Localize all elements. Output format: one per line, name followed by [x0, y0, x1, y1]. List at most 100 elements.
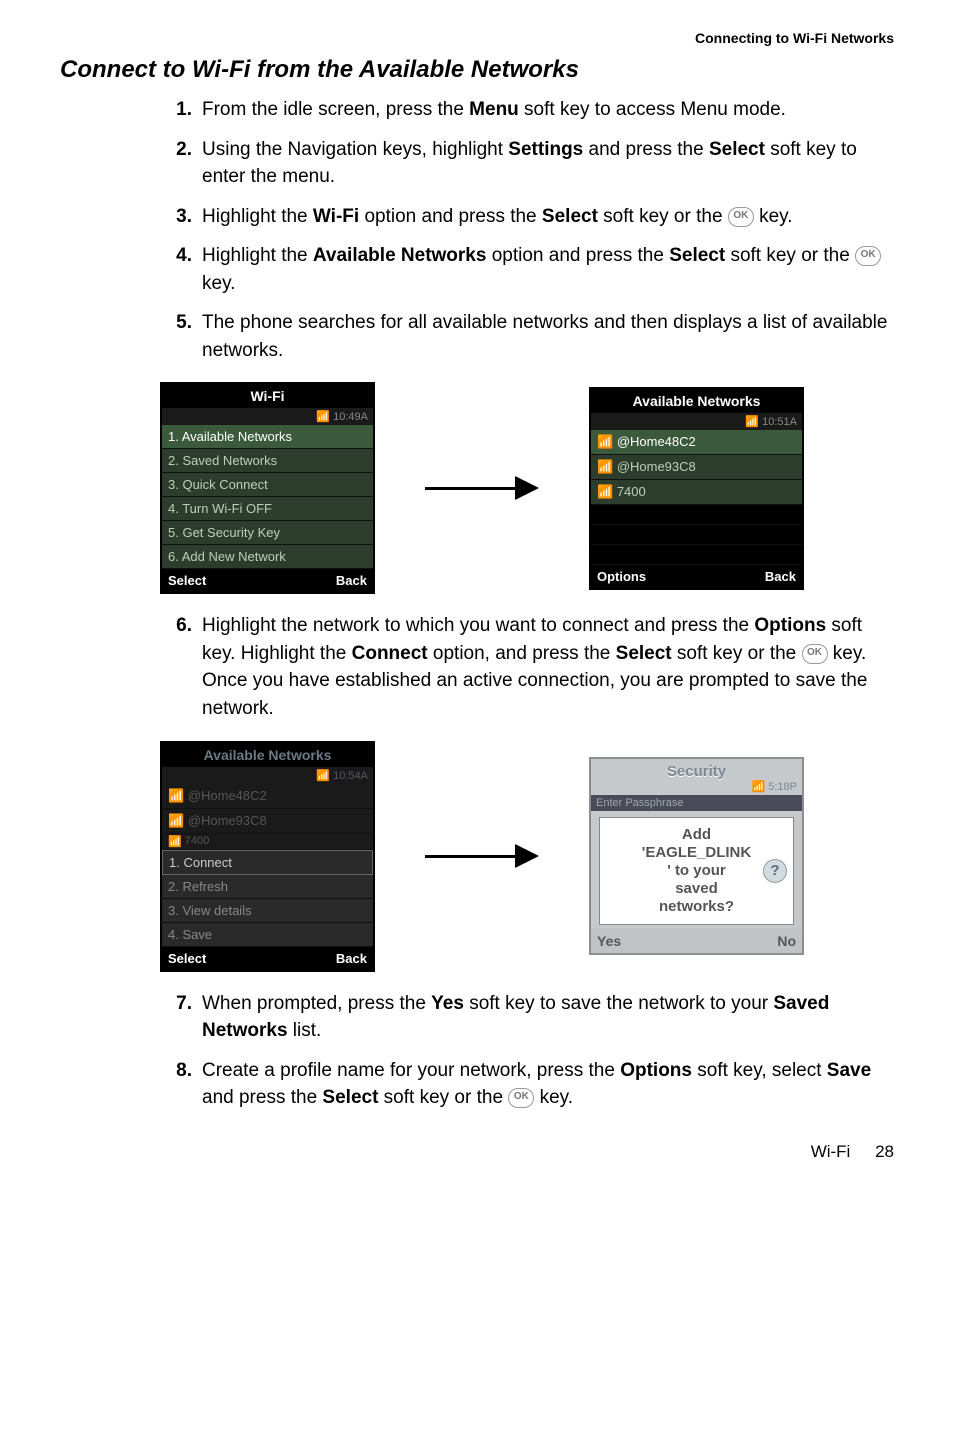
dialog-line: Add — [606, 826, 787, 844]
signal-icon: 📶 — [168, 813, 184, 829]
step-body: When prompted, press the Yes soft key to… — [202, 990, 894, 1045]
text: Create a profile name for your network, … — [202, 1060, 620, 1081]
step-number: 2. — [170, 136, 202, 191]
dialog-line: ' to your — [606, 862, 787, 880]
blank-row — [591, 525, 802, 545]
input-label: Enter Passphrase — [591, 795, 802, 811]
status-bar: 📶 10:51A — [591, 413, 802, 430]
menu-item[interactable]: 6. Add New Network — [162, 545, 373, 569]
text: Using the Navigation keys, highlight — [202, 139, 508, 160]
bold-text: Options — [754, 615, 826, 636]
step-4: 4. Highlight the Available Networks opti… — [170, 242, 894, 297]
step-body: From the idle screen, press the Menu sof… — [202, 96, 894, 124]
screen-title: Security — [591, 759, 802, 780]
screenshot-row-2: Available Networks 📶 10:54A 📶 @Home48C2 … — [160, 741, 894, 972]
menu-item[interactable]: 4. Turn Wi-Fi OFF — [162, 497, 373, 521]
bold-text: Select — [616, 643, 672, 664]
step-body: Highlight the Wi-Fi option and press the… — [202, 203, 894, 231]
softkey-no[interactable]: No — [777, 933, 796, 949]
network-name: 7400 — [185, 835, 209, 847]
text: soft key or the — [725, 245, 855, 266]
available-networks-screen: Available Networks 📶 10:51A 📶 @Home48C2 … — [589, 387, 804, 590]
network-name: 7400 — [617, 484, 646, 499]
network-item[interactable]: 📶 7400 — [591, 480, 802, 505]
bold-text: Select — [709, 139, 765, 160]
page-footer: Wi-Fi 28 — [60, 1142, 894, 1162]
softkey-left[interactable]: Select — [168, 951, 206, 966]
bold-text: Connect — [352, 643, 428, 664]
menu-item[interactable]: 5. Get Security Key — [162, 521, 373, 545]
step-1: 1. From the idle screen, press the Menu … — [170, 96, 894, 124]
network-name: @Home93C8 — [617, 459, 696, 474]
blank-row — [591, 505, 802, 525]
screen-title: Available Networks — [162, 743, 373, 767]
step-body: Highlight the Available Networks option … — [202, 242, 894, 297]
text: soft key or the — [378, 1087, 508, 1108]
screen-title: Wi-Fi — [162, 384, 373, 408]
dialog-line: 'EAGLE_DLINK — [606, 844, 787, 862]
options-menu-screen: Available Networks 📶 10:54A 📶 @Home48C2 … — [160, 741, 375, 972]
network-name: @Home48C2 — [188, 788, 267, 803]
step-number: 1. — [170, 96, 202, 124]
network-item[interactable]: 📶 @Home93C8 — [591, 455, 802, 480]
text: Highlight the — [202, 206, 313, 227]
option-item[interactable]: 3. View details — [162, 899, 373, 923]
network-name: @Home48C2 — [617, 434, 696, 449]
ok-key-icon: OK — [802, 644, 828, 664]
page-number: 28 — [875, 1142, 894, 1161]
wifi-menu-screen: Wi-Fi 📶 10:49A 1. Available Networks 2. … — [160, 382, 375, 594]
option-item[interactable]: 1. Connect — [162, 850, 373, 875]
text: soft key or the — [672, 643, 802, 664]
bold-text: Wi-Fi — [313, 206, 359, 227]
softkey-left[interactable]: Options — [597, 569, 646, 584]
softkey-bar: Options Back — [591, 565, 802, 588]
softkey-right[interactable]: Back — [336, 573, 367, 588]
bold-text: Select — [669, 245, 725, 266]
step-5: 5. The phone searches for all available … — [170, 309, 894, 364]
screen-title: Available Networks — [591, 389, 802, 413]
time: 5:18P — [768, 781, 797, 793]
option-item[interactable]: 4. Save — [162, 923, 373, 947]
softkey-yes[interactable]: Yes — [597, 933, 621, 949]
time: 10:54A — [333, 770, 368, 782]
menu-item[interactable]: 1. Available Networks — [162, 425, 373, 449]
signal-icon: 📶 — [597, 459, 613, 475]
network-name: @Home93C8 — [188, 813, 267, 828]
option-item[interactable]: 2. Refresh — [162, 875, 373, 899]
dialog-line: saved — [606, 880, 787, 898]
status-bar: 📶 5:18P — [591, 780, 802, 795]
status-bar: 📶 10:49A — [162, 408, 373, 425]
text: Highlight the — [202, 245, 313, 266]
softkey-right[interactable]: Back — [336, 951, 367, 966]
step-number: 3. — [170, 203, 202, 231]
section-title: Connect to Wi-Fi from the Available Netw… — [60, 56, 894, 84]
signal-icon: 📶 — [168, 788, 184, 804]
time: 10:49A — [333, 411, 368, 423]
bold-text: Menu — [469, 99, 519, 120]
signal-icon: 📶 — [597, 484, 613, 500]
ok-key-icon: OK — [728, 207, 754, 227]
text: soft key, select — [692, 1060, 827, 1081]
network-item-dim: 📶 7400 — [162, 834, 373, 850]
step-6: 6. Highlight the network to which you wa… — [170, 612, 894, 722]
security-dialog-screen: Security 📶 5:18P Enter Passphrase Add 'E… — [589, 757, 804, 955]
footer-section: Wi-Fi — [811, 1142, 851, 1161]
help-icon: ? — [763, 859, 787, 883]
text: option and press the — [486, 245, 669, 266]
softkey-right[interactable]: Back — [765, 569, 796, 584]
softkey-left[interactable]: Select — [168, 573, 206, 588]
menu-item[interactable]: 2. Saved Networks — [162, 449, 373, 473]
text: and press the — [202, 1087, 322, 1108]
softkey-bar: Yes No — [591, 929, 802, 953]
text: option and press the — [359, 206, 542, 227]
text: soft key to access Menu mode. — [519, 99, 786, 120]
text: option, and press the — [428, 643, 616, 664]
time: 10:51A — [762, 416, 797, 428]
bold-text: Save — [827, 1060, 871, 1081]
menu-item[interactable]: 3. Quick Connect — [162, 473, 373, 497]
step-number: 6. — [170, 612, 202, 722]
text: When prompted, press the — [202, 993, 431, 1014]
text: Highlight the network to which you want … — [202, 615, 754, 636]
bold-text: Available Networks — [313, 245, 487, 266]
network-item[interactable]: 📶 @Home48C2 — [591, 430, 802, 455]
